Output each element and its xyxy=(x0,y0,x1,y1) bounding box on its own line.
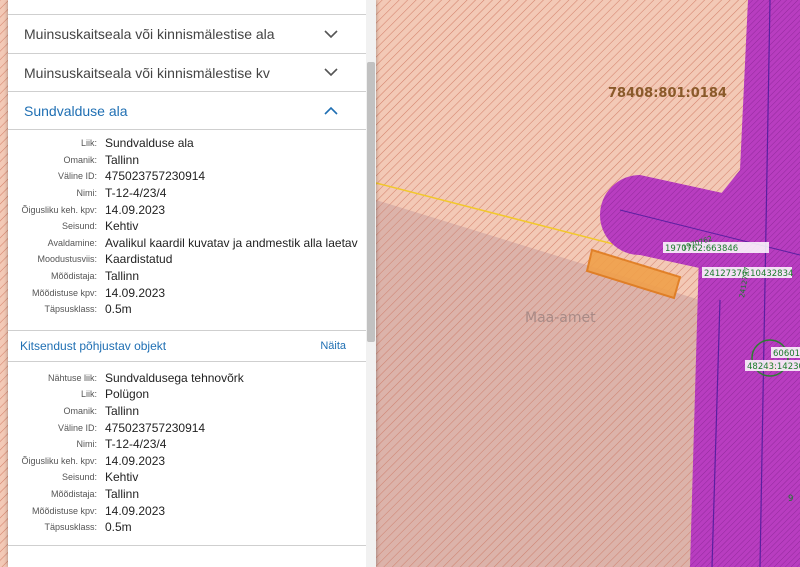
detail-row: Õigusliku keh. kpv: 14.09.2023 xyxy=(8,201,366,218)
detail-label: Seisund: xyxy=(61,472,97,483)
chevron-up-icon xyxy=(324,106,338,115)
detail-value: 0.5m xyxy=(105,302,132,317)
detail-label: Mõõdistuse kpv: xyxy=(31,505,97,516)
detail-value: 14.09.2023 xyxy=(105,453,166,468)
accordion-title: Muinsuskaitseala või kinnismälestise ala xyxy=(24,26,275,42)
kitsendust-pohjustav-objekt-header: Kitsendust põhjustav objekt Näita xyxy=(8,329,366,362)
detail-value: 14.09.2023 xyxy=(105,202,166,217)
detail-value: Polügon xyxy=(105,387,150,402)
detail-row: Väline ID: 475023757230914 xyxy=(8,419,366,436)
detail-row: Mõõdistaja: Tallinn xyxy=(8,486,366,503)
detail-row: Mõõdistuse kpv: 14.09.2023 xyxy=(8,284,366,301)
info-panel: Muinsuskaitseala või kinnismälestise ala… xyxy=(8,0,376,567)
detail-label: Täpsusklass: xyxy=(44,304,97,315)
detail-value: Tallinn xyxy=(105,486,140,501)
accordion-muinsuskaitseala-ala[interactable]: Muinsuskaitseala või kinnismälestise ala xyxy=(8,14,366,54)
detail-label: Nähtuse liik: xyxy=(47,372,97,383)
show-link[interactable]: Näita xyxy=(320,340,346,352)
detail-label: Mõõdistaja: xyxy=(50,488,97,499)
detail-row: Avaldamine: Avalikul kaardil kuvatav ja a… xyxy=(8,235,366,252)
detail-row: Nähtuse liik: Sundvaldusega tehnovõrk xyxy=(8,370,366,387)
detail-label: Õigusliku keh. kpv: xyxy=(21,455,97,466)
detail-value: 0.5m xyxy=(105,520,132,535)
detail-label: Väline ID: xyxy=(57,171,97,182)
detail-value: Sundvalduse ala xyxy=(105,136,194,151)
detail-row: Seisund: Kehtiv xyxy=(8,469,366,486)
detail-row: Omanik: Tallinn xyxy=(8,152,366,169)
detail-label: Täpsusklass: xyxy=(44,522,97,533)
detail-value: T-12-4/23/4 xyxy=(105,437,167,452)
detail-row: Liik: Sundvalduse ala xyxy=(8,135,366,152)
detail-value: Kaardistatud xyxy=(105,252,173,267)
detail-label: Avaldamine: xyxy=(47,237,97,248)
detail-value: Tallinn xyxy=(105,152,140,167)
info-panel-content: Muinsuskaitseala või kinnismälestise ala… xyxy=(8,0,366,567)
subsection-title: Kitsendust põhjustav objekt xyxy=(20,338,167,353)
detail-label: Mõõdistuse kpv: xyxy=(31,287,97,298)
detail-row: Väline ID: 475023757230914 xyxy=(8,168,366,185)
detail-value: Tallinn xyxy=(105,269,140,284)
detail-row: Liik: Polügon xyxy=(8,386,366,403)
accordion-title: Muinsuskaitseala või kinnismälestise kv xyxy=(24,64,270,81)
detail-value: T-12-4/23/4 xyxy=(105,186,167,201)
detail-row: Täpsusklass: 0.5m xyxy=(8,519,366,536)
detail-label: Nimi: xyxy=(76,188,98,199)
feature-label: 606012 xyxy=(773,349,800,359)
detail-label: Omanik: xyxy=(63,406,97,417)
detail-row: Omanik: Tallinn xyxy=(8,403,366,420)
detail-row: Täpsusklass: 0.5m xyxy=(8,301,366,318)
detail-label: Õigusliku keh. kpv: xyxy=(21,204,97,215)
sundvalduse-details: Liik: Sundvalduse ala Omanik: Tallinn Väli… xyxy=(8,130,366,322)
feature-label: 9 xyxy=(788,494,793,504)
detail-row: Nimi: T-12-4/23/4 xyxy=(8,185,366,202)
feature-label: 48243:14230586 xyxy=(747,362,800,372)
panel-scrollbar[interactable] xyxy=(366,0,376,567)
detail-value: Sundvaldusega tehnovõrk xyxy=(105,370,244,385)
chevron-down-icon xyxy=(324,68,338,77)
detail-row: Mõõdistaja: Tallinn xyxy=(8,268,366,285)
detail-value: Kehtiv xyxy=(105,219,139,234)
detail-label: Väline ID: xyxy=(57,422,97,433)
detail-row: Moodustusviis: Kaardistatud xyxy=(8,251,366,268)
detail-label: Liik: xyxy=(80,138,97,149)
parcel-label: 78408:801:0184 xyxy=(608,86,727,101)
detail-row: Mõõdistuse kpv: 14.09.2023 xyxy=(8,502,366,519)
chevron-down-icon xyxy=(324,29,338,38)
accordion-muinsuskaitseala-kv[interactable]: Muinsuskaitseala või kinnismälestise kv xyxy=(8,54,366,92)
divider xyxy=(8,545,366,547)
detail-label: Nimi: xyxy=(76,439,98,450)
detail-label: Liik: xyxy=(80,389,97,400)
detail-value: 475023757230914 xyxy=(105,169,206,184)
detail-row: Õigusliku keh. kpv: 14.09.2023 xyxy=(8,453,366,470)
detail-row: Nimi: T-12-4/23/4 xyxy=(8,436,366,453)
detail-label: Mõõdistaja: xyxy=(50,271,97,282)
detail-value: Tallinn xyxy=(105,404,140,419)
detail-label: Moodustusviis: xyxy=(37,254,97,265)
detail-value: 14.09.2023 xyxy=(105,503,166,518)
detail-label: Seisund: xyxy=(61,221,97,232)
detail-value: Avalikul kaardil kuvatav ja andmestik al… xyxy=(105,235,358,250)
detail-value: 14.09.2023 xyxy=(105,285,166,300)
objekt-details: Nähtuse liik: Sundvaldusega tehnovõrk Lii… xyxy=(8,362,366,540)
street-label: Maa-amet xyxy=(525,310,596,326)
scrollbar-thumb[interactable] xyxy=(367,62,375,342)
detail-value: 475023757230914 xyxy=(105,420,206,435)
detail-label: Omanik: xyxy=(63,154,97,165)
accordion-title: Sundvalduse ala xyxy=(24,102,128,119)
detail-value: Kehtiv xyxy=(105,470,139,485)
accordion-sundvalduse-ala[interactable]: Sundvalduse ala xyxy=(8,92,366,130)
detail-row: Seisund: Kehtiv xyxy=(8,218,366,235)
